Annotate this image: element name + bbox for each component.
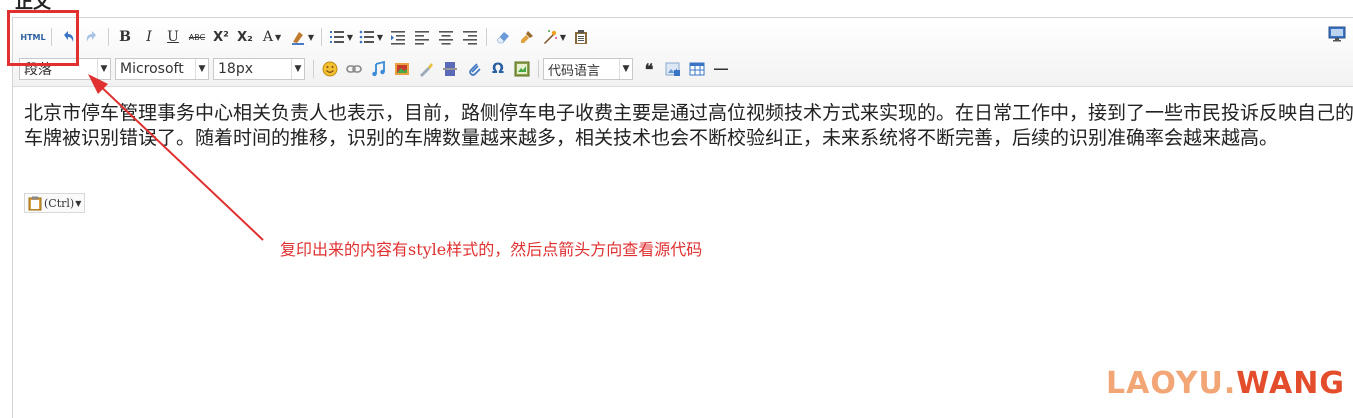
eraser-icon[interactable] <box>493 27 513 47</box>
chevron-down-icon: ▼ <box>559 32 567 42</box>
chevron-down-icon: ▼ <box>619 59 632 79</box>
format-brush-icon[interactable] <box>517 27 537 47</box>
chevron-down-icon: ▼ <box>307 32 315 42</box>
clipboard-icon <box>28 196 42 210</box>
toolbar-separator <box>486 28 487 46</box>
toolbar-separator <box>321 28 322 46</box>
paste-plain-icon[interactable] <box>571 27 591 47</box>
horizontal-rule-icon[interactable] <box>711 59 731 79</box>
music-icon[interactable] <box>368 59 388 79</box>
ordered-list-icon <box>329 31 344 43</box>
chevron-down-icon: ▼ <box>195 59 208 79</box>
toolbar-separator <box>538 60 539 78</box>
ordered-list-dropdown[interactable]: ▼ <box>328 27 354 47</box>
chevron-down-icon: ▼ <box>97 59 110 79</box>
font-size-select[interactable]: 18px ▼ <box>213 58 305 80</box>
page-break-icon[interactable] <box>440 59 460 79</box>
toolbar-separator <box>313 60 314 78</box>
editor-content[interactable]: 北京市停车管理事务中心相关负责人也表示，目前，路侧停车电子收费主要是通过高位视频… <box>24 101 1353 151</box>
watermark-part-2: WANG <box>1236 366 1345 401</box>
align-center-icon[interactable] <box>436 27 456 47</box>
superscript-button[interactable]: X² <box>211 27 231 47</box>
subscript-button[interactable]: X₂ <box>235 27 255 47</box>
highlight-color-dropdown[interactable]: ▼ <box>289 27 315 47</box>
word-image-icon[interactable] <box>663 59 683 79</box>
autoformat-dropdown[interactable]: ▼ <box>541 27 567 47</box>
rich-text-editor: HTML B I U ABC X² X₂ A ▼ ▼ ▼ ▼ ▼ 段落 ▼ Mi… <box>12 17 1353 418</box>
watermark: LAOYU.WANG <box>1106 366 1345 401</box>
align-right-icon[interactable] <box>460 27 480 47</box>
chevron-down-icon: ▼ <box>75 198 82 208</box>
watermark-part-1: LAOYU. <box>1106 366 1237 401</box>
chevron-down-icon: ▼ <box>291 59 304 79</box>
blockquote-button[interactable]: ❝ <box>639 59 659 79</box>
special-chars-button[interactable]: Ω <box>488 59 508 79</box>
editor-toolbar: HTML B I U ABC X² X₂ A ▼ ▼ ▼ ▼ ▼ 段落 ▼ Mi… <box>13 18 1353 87</box>
html-button-highlight <box>7 10 79 66</box>
toolbar-row-1: HTML B I U ABC X² X₂ A ▼ ▼ ▼ ▼ ▼ <box>19 24 593 50</box>
font-family-select[interactable]: Microsoft ▼ <box>115 58 209 80</box>
unordered-list-dropdown[interactable]: ▼ <box>358 27 384 47</box>
highlighter-icon <box>291 32 304 45</box>
underline-button[interactable]: U <box>163 27 183 47</box>
fullscreen-icon[interactable] <box>1328 26 1346 42</box>
align-left-icon[interactable] <box>412 27 432 47</box>
link-icon[interactable] <box>344 59 364 79</box>
italic-button[interactable]: I <box>139 27 159 47</box>
font-family-select-value: Microsoft <box>120 61 184 77</box>
code-language-select-value: 代码语言 <box>548 63 601 79</box>
bold-button[interactable]: B <box>115 27 135 47</box>
redo-icon[interactable] <box>82 27 102 47</box>
chevron-down-icon: ▼ <box>376 32 384 42</box>
chevron-down-icon: ▼ <box>346 32 354 42</box>
emoji-icon[interactable] <box>320 59 340 79</box>
chevron-down-icon: ▼ <box>274 32 282 42</box>
font-color-icon: A <box>262 29 273 45</box>
strikethrough-button[interactable]: ABC <box>187 27 207 47</box>
toolbar-separator <box>108 28 109 46</box>
font-color-dropdown[interactable]: A ▼ <box>259 27 285 47</box>
attachment-icon[interactable] <box>464 59 484 79</box>
unordered-list-icon <box>359 30 374 44</box>
scrawl-icon[interactable] <box>416 59 436 79</box>
insert-table-icon[interactable] <box>687 59 707 79</box>
insert-image-icon[interactable] <box>392 59 412 79</box>
annotation-text: 复印出来的内容有style样式的，然后点箭头方向查看源代码 <box>280 240 703 259</box>
paste-options-button[interactable]: (Ctrl) ▼ <box>24 193 86 213</box>
paste-options-label: (Ctrl) <box>44 196 75 210</box>
indent-icon[interactable] <box>388 27 408 47</box>
code-language-select[interactable]: 代码语言 ▼ <box>543 58 633 80</box>
toolbar-row-2: 段落 ▼ Microsoft ▼ 18px ▼ Ω 代码语言 ▼ ❝ <box>19 56 733 82</box>
font-size-select-value: 18px <box>218 61 253 77</box>
template-icon[interactable] <box>512 59 532 79</box>
magic-wand-icon <box>543 30 557 44</box>
